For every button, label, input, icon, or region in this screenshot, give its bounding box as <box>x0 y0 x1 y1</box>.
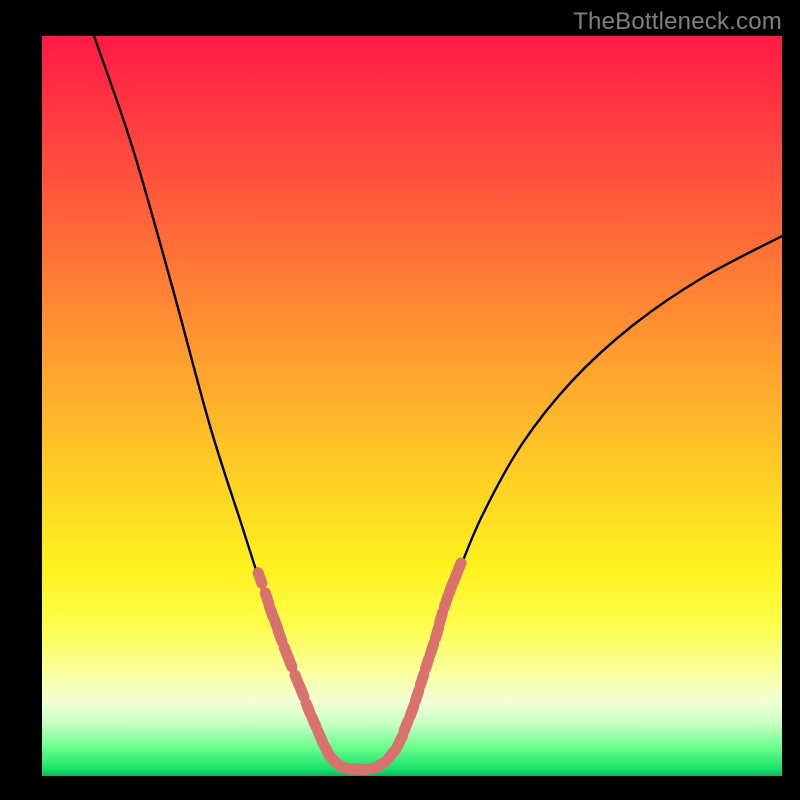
bottleneck-curve <box>94 36 782 770</box>
marker-group <box>251 556 468 776</box>
plot-area <box>42 36 782 776</box>
watermark-text: TheBottleneck.com <box>573 8 782 36</box>
curve-marker <box>251 566 269 590</box>
chart-frame: TheBottleneck.com <box>0 0 800 800</box>
curve-layer <box>42 36 782 776</box>
